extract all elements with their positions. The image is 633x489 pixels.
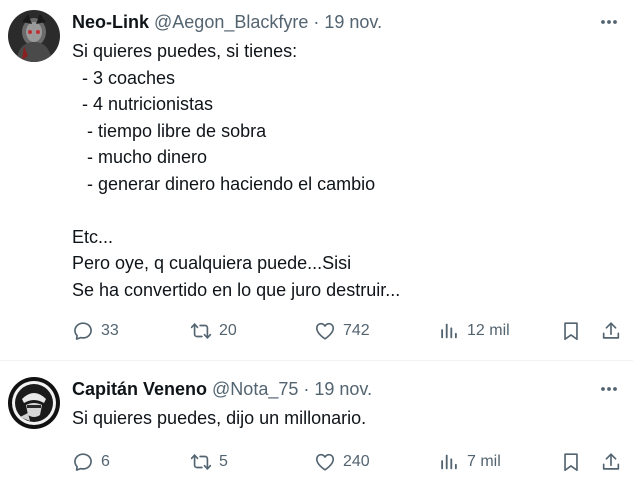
- share-upload-icon: [600, 320, 622, 342]
- views-button[interactable]: 12 mil: [438, 318, 510, 344]
- reply-button[interactable]: 33: [72, 318, 119, 344]
- heart-icon: [314, 451, 336, 473]
- like-button[interactable]: 742: [314, 318, 370, 344]
- tweet-header: Capitán Veneno @Nota_75 · 19 nov.: [72, 378, 573, 400]
- retweet-icon: [190, 320, 212, 342]
- views-button[interactable]: 7 mil: [438, 449, 501, 475]
- tweet-text-line: - generar dinero haciendo el cambio: [72, 173, 376, 194]
- retweet-button[interactable]: 20: [190, 318, 237, 344]
- reply-bubble-icon: [72, 320, 94, 342]
- tweet-text-line: - mucho dinero: [72, 147, 208, 167]
- separator-dot: ·: [313, 11, 320, 32]
- tweet-text-line: Etc...: [72, 226, 114, 247]
- views-count: 12 mil: [467, 322, 510, 339]
- heart-icon: [314, 320, 336, 342]
- retweet-count: 5: [219, 453, 228, 470]
- tweet-text-line: Si quieres puedes, dijo un millonario.: [72, 408, 367, 428]
- tweet-text-line: - tiempo libre de sobra: [72, 120, 267, 141]
- user-handle[interactable]: @Nota_75: [212, 379, 298, 400]
- share-button[interactable]: [600, 449, 622, 475]
- retweet-icon: [190, 451, 212, 473]
- share-button[interactable]: [600, 318, 622, 344]
- bookmark-icon: [560, 451, 582, 473]
- views-bar-chart-icon: [438, 451, 460, 473]
- avatar[interactable]: [8, 10, 60, 62]
- tweet[interactable]: Neo-Link @Aegon_Blackfyre · 19 nov. Si q…: [0, 0, 633, 360]
- tweet-actions: 33 20 742 12 mil: [72, 318, 624, 344]
- views-count: 7 mil: [467, 453, 501, 470]
- user-handle[interactable]: @Aegon_Blackfyre: [154, 12, 308, 33]
- more-horizontal-icon[interactable]: [597, 11, 621, 33]
- avatar[interactable]: [8, 377, 60, 429]
- reply-bubble-icon: [72, 451, 94, 473]
- reply-button[interactable]: 6: [72, 449, 110, 475]
- tweet-text-line: Si quieres puedes, si tienes:: [72, 41, 298, 61]
- like-count: 742: [343, 322, 370, 339]
- more-horizontal-icon[interactable]: [597, 378, 621, 400]
- bookmark-icon: [560, 320, 582, 342]
- reply-count: 33: [101, 322, 119, 339]
- bookmark-button[interactable]: [560, 449, 582, 475]
- retweet-button[interactable]: 5: [190, 449, 228, 475]
- bookmark-button[interactable]: [560, 318, 582, 344]
- display-name[interactable]: Neo-Link: [72, 12, 149, 33]
- reply-count: 6: [101, 453, 110, 470]
- tweet-text-line: Se ha convertido en lo que juro destruir…: [72, 279, 401, 300]
- tweet[interactable]: Capitán Veneno @Nota_75 · 19 nov. Si qui…: [0, 360, 633, 489]
- separator-dot: ·: [303, 378, 310, 399]
- tweet-date[interactable]: 19 nov.: [314, 379, 372, 400]
- tweet-actions: 6 5 240 7 mil: [72, 449, 624, 475]
- tweet-text-line: - 4 nutricionistas: [72, 94, 214, 114]
- retweet-count: 20: [219, 322, 237, 339]
- like-button[interactable]: 240: [314, 449, 370, 475]
- share-upload-icon: [600, 451, 622, 473]
- tweet-text-line: Pero oye, q cualquiera puede...Sisi: [72, 253, 352, 273]
- display-name[interactable]: Capitán Veneno: [72, 379, 207, 400]
- views-bar-chart-icon: [438, 320, 460, 342]
- tweet-date[interactable]: 19 nov.: [324, 12, 382, 33]
- tweet-text: Si quieres puedes, si tienes: - 3 coache…: [72, 38, 619, 303]
- tweet-header: Neo-Link @Aegon_Blackfyre · 19 nov.: [72, 11, 573, 33]
- timeline-feed: Neo-Link @Aegon_Blackfyre · 19 nov. Si q…: [0, 0, 633, 489]
- tweet-text-line: - 3 coaches: [72, 67, 176, 88]
- like-count: 240: [343, 453, 370, 470]
- tweet-text: Si quieres puedes, dijo un millonario.: [72, 405, 619, 432]
